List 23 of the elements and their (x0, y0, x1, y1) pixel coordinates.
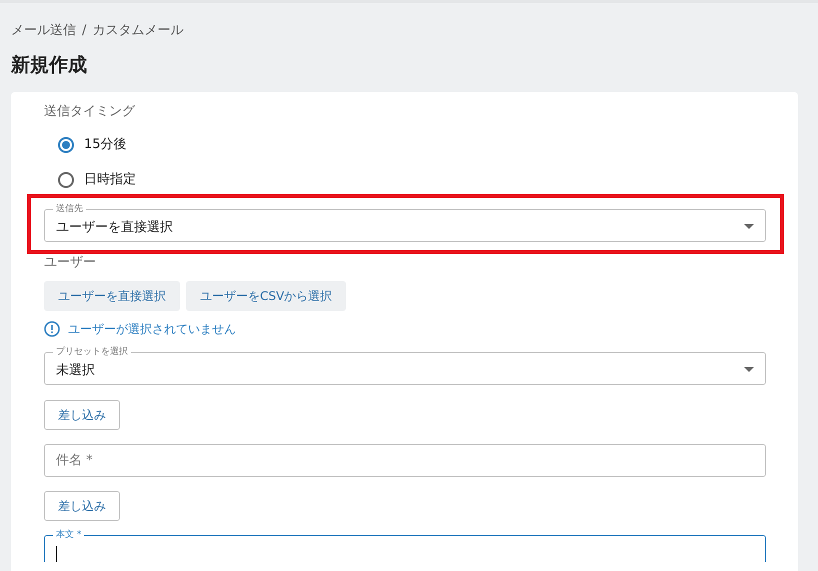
field-label: 本文 * (53, 529, 84, 541)
radio-button[interactable] (58, 136, 74, 152)
subject-field[interactable]: 件名 * (44, 444, 766, 477)
radio-label[interactable]: 日時指定 (84, 170, 136, 190)
field-label: 送信先 (53, 203, 86, 215)
breadcrumb-link[interactable]: メール送信 (11, 21, 76, 41)
select-users-button[interactable]: ユーザーをCSVから選択 (186, 281, 346, 311)
insert-button[interactable]: 差し込み (44, 400, 120, 430)
section-label: ユーザー (44, 254, 96, 272)
select-users-button[interactable]: ユーザーを直接選択 (44, 281, 180, 311)
radio-label[interactable]: 15分後 (84, 134, 127, 154)
breadcrumb-link[interactable]: カスタムメール (92, 21, 184, 41)
dropdown-caret-icon (744, 367, 754, 372)
breadcrumb-separator: / (82, 22, 86, 40)
text-cursor (56, 546, 57, 562)
info-icon (44, 321, 60, 337)
dropdown-caret-icon (744, 224, 754, 229)
page-title: 新規作成 (11, 53, 88, 77)
insert-button[interactable]: 差し込み (44, 491, 120, 521)
warning-message: ユーザーが選択されていません (68, 321, 236, 338)
radio-button[interactable] (58, 172, 74, 188)
field-label: プリセットを選択 (53, 346, 131, 358)
section-label: 送信タイミング (44, 103, 135, 121)
